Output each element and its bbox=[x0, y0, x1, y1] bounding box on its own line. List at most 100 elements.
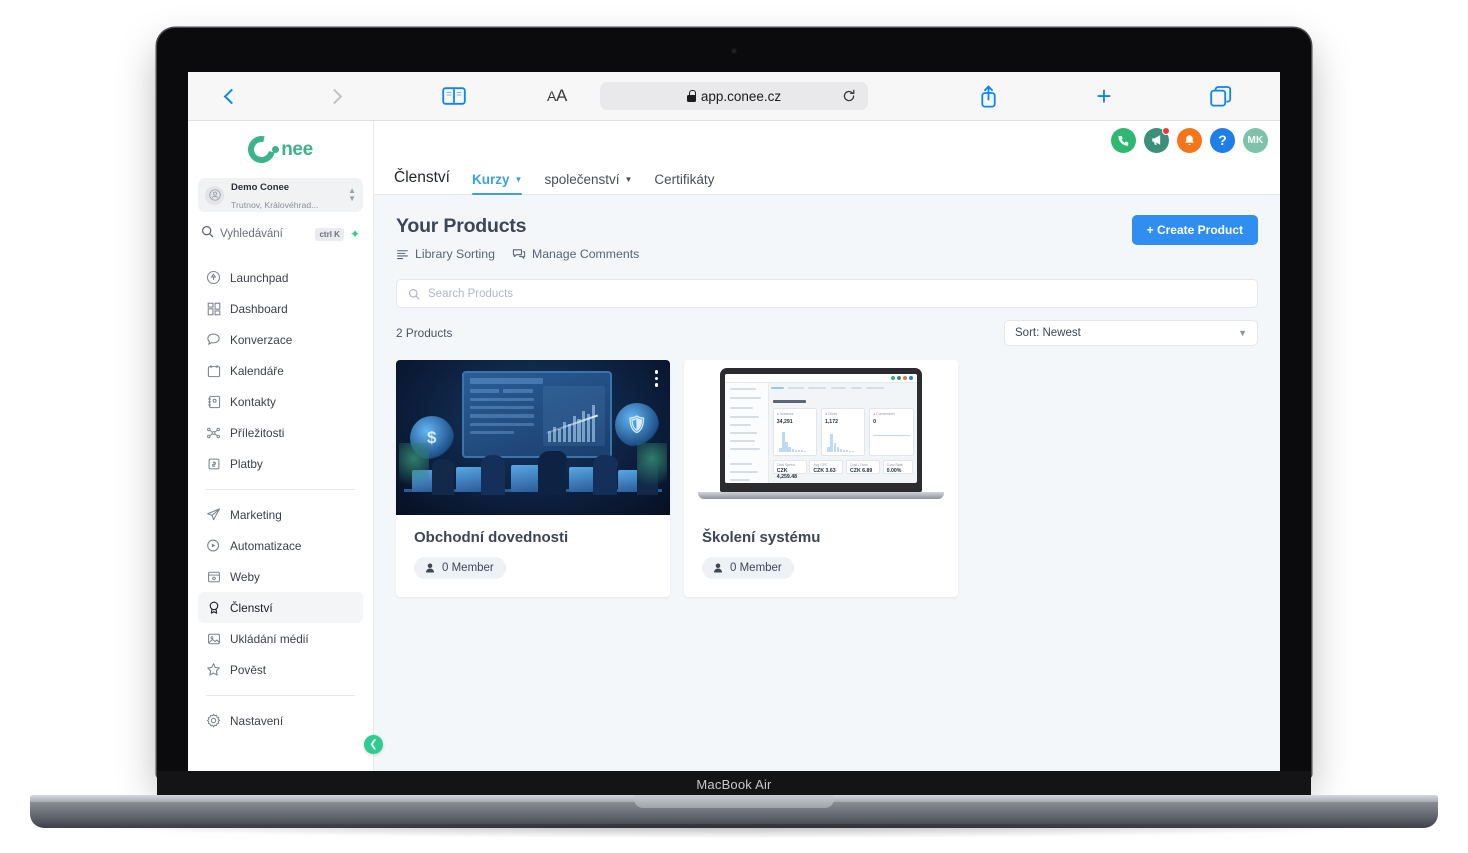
chevron-down-icon: ▼ bbox=[624, 175, 633, 184]
sidebar-divider bbox=[206, 695, 355, 696]
sidebar-item-label: Weby bbox=[230, 569, 260, 584]
product-card[interactable]: ● Sessions 34,291 ● Clicks 1,172 ● Conve… bbox=[684, 360, 958, 597]
browser-viewport: AA app.conee.cz + nee Demo Conee Trutnov… bbox=[188, 72, 1280, 780]
sidebar-item-platby[interactable]: Platby bbox=[198, 448, 363, 479]
reload-icon[interactable] bbox=[842, 89, 856, 103]
sidebar-item-label: Ukládání médií bbox=[230, 631, 309, 646]
product-grid: $ 🛡 Obchodní dovednosti 0 Member ● Sessi… bbox=[396, 360, 1258, 597]
sidebar-item-povest[interactable]: Pověst bbox=[198, 654, 363, 685]
person-icon bbox=[425, 563, 435, 573]
account-location: Trutnov, Královéhrad... bbox=[231, 200, 319, 210]
sidebar-item-label: Automatizace bbox=[230, 538, 302, 553]
phone-icon[interactable] bbox=[1111, 127, 1136, 153]
sidebar-collapse-button[interactable]: ❮ bbox=[364, 735, 383, 754]
member-count-label: 0 Member bbox=[730, 562, 782, 574]
page-action-links: Library Sorting Manage Comments bbox=[396, 247, 639, 261]
product-card[interactable]: $ 🛡 Obchodní dovednosti 0 Member bbox=[396, 360, 670, 597]
sidebar-item-kalendare[interactable]: Kalendáře bbox=[198, 355, 363, 386]
link-label: Library Sorting bbox=[415, 247, 495, 261]
sidebar-search[interactable]: Vyhledávání ctrl K ✦ bbox=[198, 220, 363, 248]
page-header: Your Products Library Sorting Manage Com… bbox=[396, 215, 1258, 261]
browser-share-button[interactable] bbox=[930, 78, 1046, 114]
sidebar-item-label: Launchpad bbox=[230, 270, 289, 285]
laptop-chin: MacBook Air bbox=[157, 771, 1311, 798]
bolt-icon[interactable]: ✦ bbox=[350, 227, 360, 241]
product-count: 2 Products bbox=[396, 326, 453, 340]
sidebar-item-konverzace[interactable]: Konverzace bbox=[198, 324, 363, 355]
logo-text: nee bbox=[281, 138, 313, 160]
megaphone-icon[interactable] bbox=[1144, 126, 1170, 153]
product-member-count: 0 Member bbox=[702, 557, 794, 579]
main-area: ? MK Členství Kurzy ▼ společenství ▼ Cer… bbox=[374, 121, 1280, 780]
tab-label: Certifikáty bbox=[654, 172, 715, 187]
chevron-left-icon bbox=[223, 88, 239, 104]
top-action-bar: ? MK bbox=[374, 121, 1280, 159]
sidebar-item-nastaveni[interactable]: Nastavení bbox=[198, 705, 363, 736]
logo-c-mark-icon bbox=[243, 130, 281, 169]
tab-spolecenstvi[interactable]: společenství ▼ bbox=[544, 172, 632, 194]
product-card-body: Školení systému 0 Member bbox=[684, 515, 958, 597]
tab-clenstvi[interactable]: Členství bbox=[394, 169, 450, 194]
paper-plane-icon bbox=[206, 507, 221, 522]
account-switcher[interactable]: Demo Conee Trutnov, Královéhrad... ▲ ▼ bbox=[198, 178, 363, 212]
list-toolbar: 2 Products Sort: Newest ▼ bbox=[396, 320, 1258, 346]
sidebar-item-label: Konverzace bbox=[230, 332, 293, 347]
help-icon[interactable]: ? bbox=[1210, 127, 1235, 153]
person-icon bbox=[713, 563, 723, 573]
sidebar-item-dashboard[interactable]: Dashboard bbox=[198, 293, 363, 324]
avatar-initials: MK bbox=[1247, 134, 1264, 146]
browser-tab-overview-button[interactable] bbox=[1162, 78, 1280, 114]
bell-icon[interactable] bbox=[1177, 127, 1202, 153]
shield-orb-icon: 🛡 bbox=[615, 403, 660, 448]
tab-certifikaty[interactable]: Certifikáty bbox=[654, 172, 714, 194]
library-sorting-link[interactable]: Library Sorting bbox=[396, 247, 495, 261]
kebab-menu-icon[interactable] bbox=[654, 370, 658, 387]
address-bar[interactable]: app.conee.cz bbox=[600, 82, 868, 110]
sort-select[interactable]: Sort: Newest ▼ bbox=[1004, 320, 1258, 346]
sidebar-item-automatizace[interactable]: Automatizace bbox=[198, 530, 363, 561]
contacts-icon bbox=[206, 394, 221, 409]
plus-icon: + bbox=[1096, 81, 1112, 111]
sidebar-item-marketing[interactable]: Marketing bbox=[198, 499, 363, 530]
browser-new-tab-button[interactable]: + bbox=[1046, 78, 1162, 114]
app-root: nee Demo Conee Trutnov, Královéhrad... ▲… bbox=[188, 121, 1280, 780]
product-title: Školení systému bbox=[702, 529, 821, 546]
reader-size-button[interactable]: AA bbox=[514, 78, 600, 114]
manage-comments-link[interactable]: Manage Comments bbox=[512, 247, 639, 261]
sort-lines-icon bbox=[397, 249, 408, 259]
book-icon bbox=[442, 87, 466, 105]
page-header-left: Your Products Library Sorting Manage Com… bbox=[396, 215, 639, 261]
product-search-field[interactable]: Search Products bbox=[396, 279, 1258, 308]
rocket-icon bbox=[206, 270, 221, 285]
browser-window-icon bbox=[206, 569, 221, 584]
device-model-label: MacBook Air bbox=[696, 777, 772, 792]
browser-toolbar-right: + bbox=[930, 78, 1280, 114]
browser-back-button[interactable] bbox=[188, 78, 274, 114]
reader-size-label: AA bbox=[546, 86, 568, 105]
laptop-shadow bbox=[60, 824, 1408, 838]
tab-label: Kurzy bbox=[472, 172, 510, 187]
browser-forward-button[interactable] bbox=[274, 78, 394, 114]
chevron-left-icon: ❮ bbox=[369, 739, 378, 750]
sidebar-item-ukladani-medii[interactable]: Ukládání médií bbox=[198, 623, 363, 654]
app-logo[interactable]: nee bbox=[198, 121, 363, 178]
sidebar-item-launchpad[interactable]: Launchpad bbox=[198, 262, 363, 293]
create-product-button[interactable]: + Create Product bbox=[1131, 215, 1258, 245]
tab-kurzy[interactable]: Kurzy ▼ bbox=[472, 172, 523, 195]
sidebar-item-weby[interactable]: Weby bbox=[198, 561, 363, 592]
chevron-down-icon: ▼ bbox=[1238, 328, 1247, 338]
sidebar-item-prilezitosti[interactable]: Příležitosti bbox=[198, 417, 363, 448]
browser-sidebar-button[interactable] bbox=[394, 78, 514, 114]
product-title: Obchodní dovednosti bbox=[414, 529, 569, 546]
sidebar-item-kontakty[interactable]: Kontakty bbox=[198, 386, 363, 417]
sidebar-item-clenstvi[interactable]: Členství bbox=[198, 592, 363, 623]
page-title: Your Products bbox=[396, 215, 527, 237]
avatar[interactable]: MK bbox=[1243, 127, 1268, 153]
product-member-count: 0 Member bbox=[414, 557, 506, 579]
tab-label: společenství bbox=[544, 172, 620, 187]
laptop-notch bbox=[634, 795, 834, 808]
browser-toolbar: AA app.conee.cz + bbox=[188, 72, 1280, 121]
help-glyph: ? bbox=[1218, 132, 1227, 148]
share-icon bbox=[980, 85, 996, 108]
sidebar-item-label: Dashboard bbox=[230, 301, 288, 316]
